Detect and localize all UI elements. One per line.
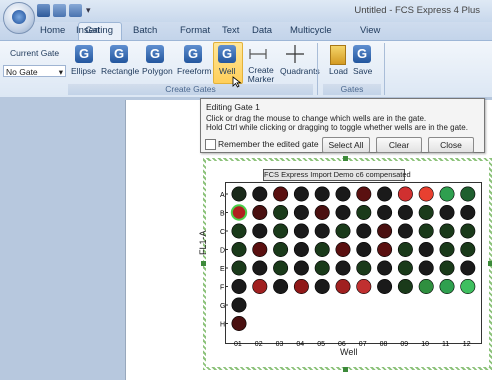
current-gate-select[interactable]: No Gate ▾ (3, 65, 66, 77)
rectangle-gate-icon[interactable]: G (110, 45, 128, 63)
current-gate-label: Current Gate (10, 48, 60, 58)
group-separator (384, 43, 385, 95)
marker-icon[interactable] (249, 47, 267, 61)
chevron-down-icon: ▾ (58, 67, 63, 77)
save-quick-icon[interactable] (37, 4, 50, 17)
select-all-button[interactable]: Select All (322, 137, 370, 153)
remember-gate-label: Remember the edited gate (218, 139, 319, 149)
resize-handle[interactable] (343, 367, 348, 372)
tab-text[interactable]: Text (222, 25, 239, 36)
ellipse-button[interactable]: Ellipse (71, 66, 96, 76)
freeform-button[interactable]: Freeform (177, 66, 211, 76)
well-gate-icon[interactable]: G (218, 45, 236, 63)
polygon-button[interactable]: Polygon (142, 66, 173, 76)
tab-batch[interactable]: Batch (133, 25, 157, 36)
application-menu-button[interactable] (3, 2, 35, 34)
create-marker-button[interactable]: Create Marker (246, 66, 276, 84)
save-button[interactable]: Save (353, 66, 372, 76)
plate-plot-area[interactable] (225, 182, 482, 344)
mouse-cursor-icon (232, 76, 242, 88)
undo-quick-icon[interactable] (53, 4, 66, 17)
app-logo-icon (12, 10, 26, 24)
load-button[interactable]: Load (329, 66, 348, 76)
tab-view[interactable]: View (360, 25, 380, 36)
tab-home[interactable]: Home (40, 25, 65, 36)
remember-gate-checkbox[interactable] (205, 139, 216, 150)
resize-handle[interactable] (488, 261, 492, 266)
redo-quick-icon[interactable] (69, 4, 82, 17)
tab-gating[interactable]: Gating (85, 25, 113, 36)
gates-group-label: Gates (323, 84, 381, 95)
quadrants-button[interactable]: Quadrants (280, 66, 320, 76)
rectangle-button[interactable]: Rectangle (101, 66, 139, 76)
x-axis-label: Well (340, 347, 358, 357)
save-gate-icon[interactable]: G (353, 45, 371, 63)
freeform-gate-icon[interactable]: G (184, 45, 202, 63)
dialog-line2: Hold Ctrl while clicking or dragging to … (206, 123, 468, 132)
tab-data[interactable]: Data (252, 25, 272, 36)
ribbon-tab-row (0, 22, 492, 40)
well-button[interactable]: Well (219, 66, 235, 76)
current-gate-value: No Gate (6, 67, 38, 77)
y-axis-label: FL1-A (198, 230, 208, 255)
quadrants-icon[interactable] (285, 44, 305, 64)
chart-title: FCS Express Import Demo c6 compensated (263, 169, 411, 181)
group-separator (317, 43, 318, 95)
ellipse-gate-icon[interactable]: G (75, 45, 93, 63)
clear-button[interactable]: Clear (376, 137, 422, 153)
tab-multicycle[interactable]: Multicycle (290, 25, 332, 36)
window-title: Untitled - FCS Express 4 Plus (354, 5, 480, 16)
resize-handle[interactable] (201, 261, 206, 266)
tab-format[interactable]: Format (180, 25, 210, 36)
dialog-title: Editing Gate 1 (206, 102, 260, 112)
resize-handle[interactable] (343, 156, 348, 161)
dialog-line1: Click or drag the mouse to change which … (206, 114, 427, 123)
polygon-gate-icon[interactable]: G (146, 45, 164, 63)
load-gate-icon[interactable] (330, 45, 346, 65)
customize-quick-access-icon[interactable]: ▾ (86, 5, 91, 16)
create-gates-group-label: Create Gates (68, 84, 313, 95)
close-button[interactable]: Close (428, 137, 474, 153)
